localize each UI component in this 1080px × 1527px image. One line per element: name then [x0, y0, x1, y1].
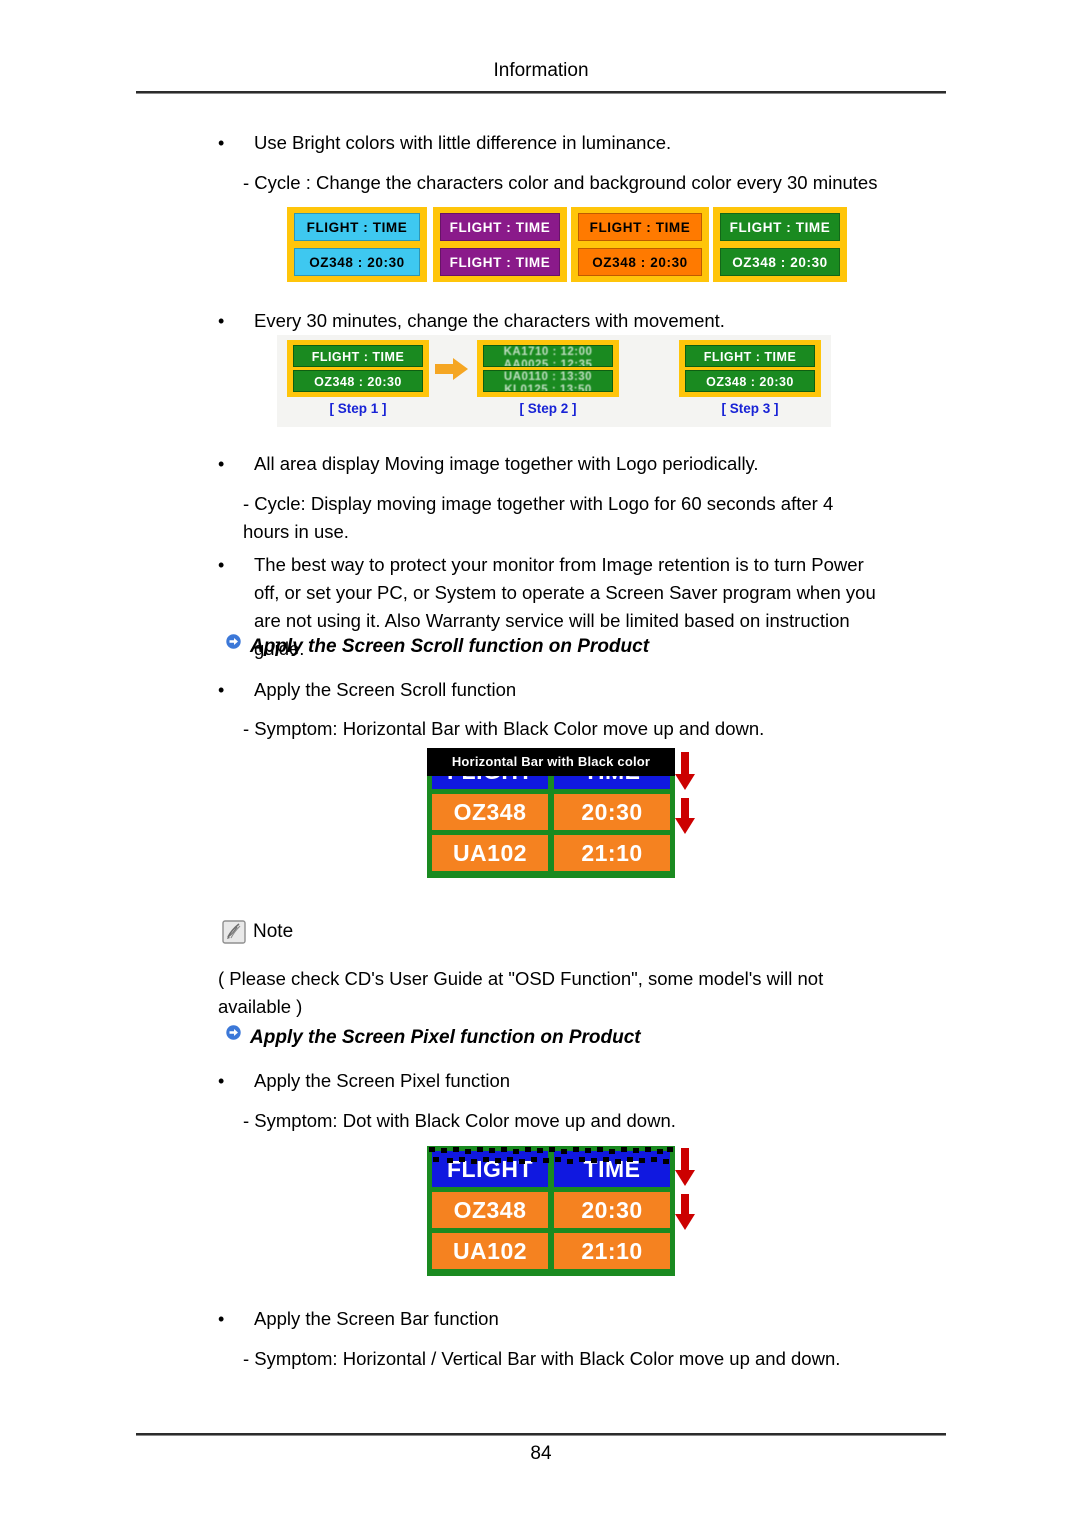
- panel-line-1: FLIGHT : TIME: [720, 213, 840, 241]
- section-arrow-icon: [226, 1025, 241, 1040]
- horizontal-black-bar-overlay: Horizontal Bar with Black color: [427, 748, 675, 776]
- monitor-screen-scroll: FLIGHT TIME OZ348 20:30 UA102 21:10 Hori…: [427, 748, 675, 878]
- section-heading-screen-scroll: Apply the Screen Scroll function on Prod…: [250, 636, 650, 657]
- step1-line-1: FLIGHT : TIME: [293, 345, 423, 367]
- step-label-3: [ Step 3 ]: [721, 401, 779, 416]
- step2-line2-bottom: KL0125 : 13:50: [504, 384, 592, 392]
- monitor-cell-2110: 21:10: [554, 1233, 670, 1269]
- monitor-cell-2110: 21:10: [554, 835, 670, 871]
- color-panel-cyan: FLIGHT : TIME OZ348 : 20:30: [287, 207, 427, 282]
- color-panel-orange: FLIGHT : TIME OZ348 : 20:30: [571, 207, 709, 282]
- section-arrow-icon: [226, 634, 241, 649]
- sub-screen-pixel-symptom: - Symptom: Dot with Black Color move up …: [243, 1110, 676, 1131]
- step-box-3: FLIGHT : TIME OZ348 : 20:30: [679, 340, 821, 397]
- monitor-row: OZ348 20:30: [432, 1192, 670, 1228]
- bullet-marker: •: [218, 133, 225, 153]
- monitor-cell-2030: 20:30: [554, 794, 670, 830]
- step2-line-1: KA1710 : 12:00 AA0025 : 12:35: [483, 345, 613, 367]
- bullet-bright-colors: Use Bright colors with little difference…: [254, 132, 672, 153]
- monitor-screen-pixel: FLIGHT TIME OZ348 20:30 UA102 21:10: [427, 1146, 675, 1276]
- monitor-cell-2030: 20:30: [554, 1192, 670, 1228]
- bullet-apply-screen-scroll: Apply the Screen Scroll function: [254, 679, 517, 700]
- panel-line-2: FLIGHT : TIME: [440, 248, 560, 276]
- color-cycle-illustration: FLIGHT : TIME OZ348 : 20:30 FLIGHT : TIM…: [287, 207, 847, 282]
- panel-line-1: FLIGHT : TIME: [294, 213, 420, 241]
- bullet-marker: •: [218, 555, 225, 575]
- bullet-marker: •: [218, 1071, 225, 1091]
- panel-line-2: OZ348 : 20:30: [294, 248, 420, 276]
- header-divider: [136, 91, 946, 94]
- bullet-marker: •: [218, 311, 225, 331]
- note-block: Note: [222, 920, 293, 944]
- bullet-apply-screen-bar: Apply the Screen Bar function: [254, 1308, 499, 1329]
- panel-line-2: OZ348 : 20:30: [720, 248, 840, 276]
- panel-line-1: FLIGHT : TIME: [440, 213, 560, 241]
- sub-screen-bar-symptom: - Symptom: Horizontal / Vertical Bar wit…: [243, 1348, 841, 1369]
- sub-moving-image-cycle: - Cycle: Display moving image together w…: [243, 493, 839, 542]
- monitor-cell-ua102: UA102: [432, 835, 548, 871]
- monitor-row: UA102 21:10: [432, 835, 670, 871]
- color-panel-purple: FLIGHT : TIME FLIGHT : TIME: [433, 207, 567, 282]
- monitor-cell-ua102: UA102: [432, 1233, 548, 1269]
- section-heading-screen-pixel: Apply the Screen Pixel function on Produ…: [250, 1027, 641, 1048]
- step-label-2: [ Step 2 ]: [519, 401, 577, 416]
- bullet-marker: •: [218, 680, 225, 700]
- step-box-2: KA1710 : 12:00 AA0025 : 12:35 UA0110 : 1…: [477, 340, 619, 397]
- monitor-cell-oz348: OZ348: [432, 794, 548, 830]
- step3-line-1: FLIGHT : TIME: [685, 345, 815, 367]
- bullet-moving-image-logo: All area display Moving image together w…: [254, 453, 759, 474]
- step3-line-2: OZ348 : 20:30: [685, 370, 815, 392]
- document-page: Information • Use Bright colors with lit…: [0, 0, 1080, 1527]
- page-number: 84: [530, 1443, 552, 1464]
- bullet-apply-screen-pixel: Apply the Screen Pixel function: [254, 1070, 511, 1091]
- sub-bright-colors-cycle: - Cycle : Change the characters color an…: [243, 172, 878, 193]
- step2-line-2: UA0110 : 13:30 KL0125 : 13:50: [483, 370, 613, 392]
- note-label: Note: [253, 921, 294, 942]
- sub-screen-scroll-symptom: - Symptom: Horizontal Bar with Black Col…: [243, 718, 765, 739]
- step1-line-2: OZ348 : 20:30: [293, 370, 423, 392]
- bullet-every-30-minutes: Every 30 minutes, change the characters …: [254, 310, 725, 331]
- step2-line1-bottom: AA0025 : 12:35: [503, 359, 593, 367]
- monitor-cell-flight: FLIGHT: [432, 1151, 548, 1187]
- panel-line-2: OZ348 : 20:30: [578, 248, 702, 276]
- scroll-down-arrows-icon: [674, 1148, 696, 1238]
- color-panel-green: FLIGHT : TIME OZ348 : 20:30: [713, 207, 847, 282]
- scroll-down-arrows-icon: [674, 752, 696, 842]
- arrow-right-icon: [435, 357, 469, 381]
- bullet-marker: •: [218, 454, 225, 474]
- bullet-marker: •: [218, 1309, 225, 1329]
- note-text: ( Please check CD's User Guide at "OSD F…: [218, 968, 829, 1017]
- step-box-1: FLIGHT : TIME OZ348 : 20:30: [287, 340, 429, 397]
- monitor-cell-oz348: OZ348: [432, 1192, 548, 1228]
- note-icon: [222, 920, 246, 944]
- monitor-row: UA102 21:10: [432, 1233, 670, 1269]
- step-sequence-illustration: FLIGHT : TIME OZ348 : 20:30 [ Step 1 ] K…: [277, 335, 831, 427]
- panel-line-1: FLIGHT : TIME: [578, 213, 702, 241]
- monitor-cell-time: TIME: [554, 1151, 670, 1187]
- footer-divider: [136, 1433, 946, 1436]
- monitor-row: OZ348 20:30: [432, 794, 670, 830]
- step-label-1: [ Step 1 ]: [329, 401, 387, 416]
- page-header-title: Information: [493, 60, 589, 81]
- monitor-row: FLIGHT TIME: [432, 1151, 670, 1187]
